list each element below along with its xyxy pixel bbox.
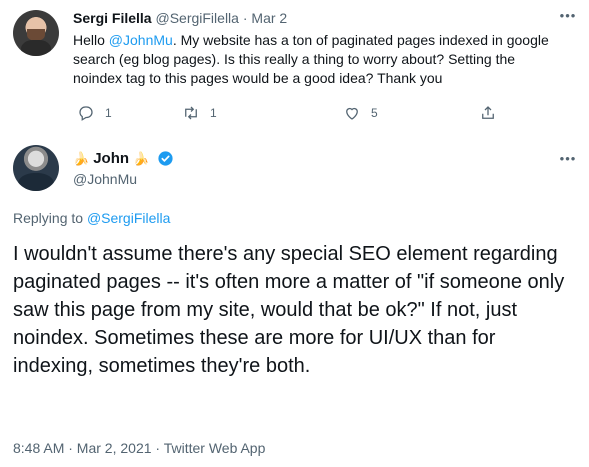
avatar-detail (27, 29, 45, 41)
mention-link[interactable]: @JohnMu (109, 32, 173, 48)
tweet-text: Hello @JohnMu. My website has a ton of p… (73, 31, 553, 88)
author-handle[interactable]: @JohnMu (73, 171, 137, 187)
reply-count: 1 (105, 106, 112, 120)
author-name[interactable]: John (93, 150, 129, 167)
tweet-text-prefix: Hello (73, 32, 109, 48)
avatar[interactable] (13, 145, 59, 191)
parent-tweet[interactable]: Sergi Filella @SergiFilella · Mar 2 ••• … (0, 0, 589, 135)
retweet-count: 1 (210, 106, 217, 120)
tweet-timestamp[interactable]: 8:48 AM · Mar 2, 2021 · Twitter Web App (13, 440, 265, 456)
main-tweet-header: 🍌 John 🍌 @JohnMu ••• (0, 135, 589, 195)
more-icon[interactable]: ••• (558, 152, 578, 165)
replying-prefix: Replying to (13, 210, 87, 226)
reply-button[interactable]: 1 (77, 103, 112, 123)
tweet-text: I wouldn't assume there's any special SE… (13, 243, 565, 377)
share-button[interactable] (479, 103, 497, 123)
like-icon (346, 107, 358, 120)
retweet-icon (185, 106, 197, 120)
verified-icon (158, 151, 173, 166)
banana-emoji: 🍌 (133, 150, 150, 166)
author-name[interactable]: Sergi Filella (73, 10, 152, 26)
author-handle[interactable]: @SergiFilella (155, 10, 238, 26)
retweet-button[interactable]: 1 (182, 103, 217, 123)
like-count: 5 (371, 106, 378, 120)
avatar[interactable] (13, 10, 59, 56)
author-name-row[interactable]: 🍌 John 🍌 (69, 150, 174, 167)
share-icon (482, 106, 494, 119)
like-button[interactable]: 5 (343, 103, 378, 123)
banana-emoji: 🍌 (73, 150, 90, 166)
replying-to: Replying to @SergiFilella (13, 210, 170, 226)
more-icon[interactable]: ••• (558, 9, 578, 22)
tweet-actions: 1 1 5 (73, 103, 503, 123)
replying-handle[interactable]: @SergiFilella (87, 210, 170, 226)
meta-separator: · (238, 10, 252, 26)
tweet-date[interactable]: Mar 2 (251, 10, 287, 26)
tweet-header: Sergi Filella @SergiFilella · Mar 2 (73, 10, 287, 26)
reply-icon (79, 106, 93, 121)
